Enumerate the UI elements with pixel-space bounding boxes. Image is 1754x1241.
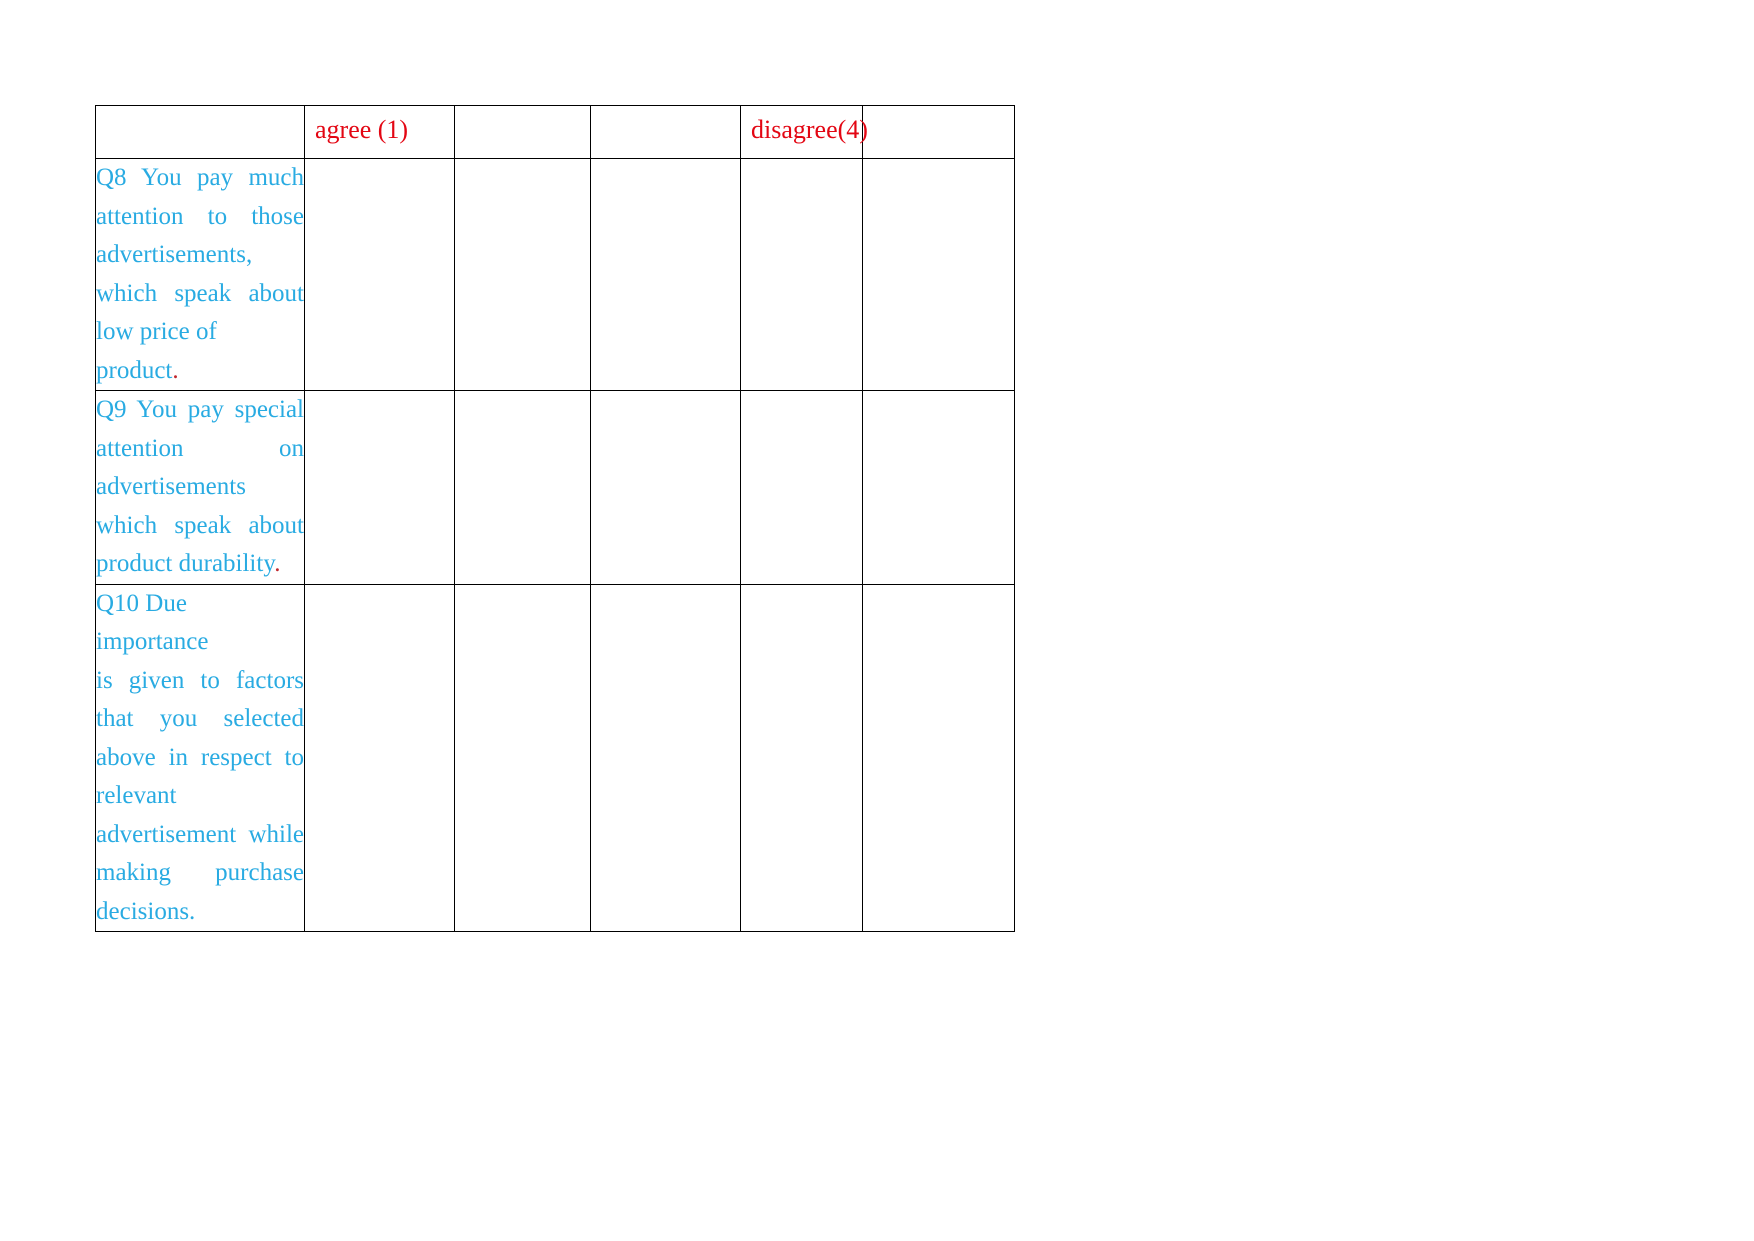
answer-cell-q10-4[interactable] [740, 583, 863, 932]
answer-cell-q10-1[interactable] [304, 583, 455, 932]
answer-cell-q9-5[interactable] [862, 390, 1015, 585]
table-row: Q10 Due importance is given to factors tha… [95, 583, 1015, 932]
header-cell-scale-4: disagree(4) [740, 105, 868, 159]
question-text-q10: Q10 Due importance is given to factors tha… [96, 585, 304, 932]
question-cell-q10: Q10 Due importance is given to factors tha… [95, 583, 305, 932]
question-line: advertisements, [96, 241, 253, 268]
header-cell-scale-1: agree (1) [304, 105, 455, 159]
question-line: which speak about [96, 279, 304, 307]
question-text-q8: Q8 You pay much attention to those adverti… [96, 159, 304, 390]
question-line: product durability. [96, 545, 304, 584]
answer-cell-q8-1[interactable] [304, 158, 455, 391]
sentence-period: . [172, 356, 179, 384]
answer-cell-q8-3[interactable] [590, 158, 741, 391]
question-line: attention to those [96, 202, 304, 230]
question-line: Q9 You pay special [96, 396, 304, 423]
answer-cell-q8-2[interactable] [454, 158, 591, 391]
answer-cell-q9-2[interactable] [454, 390, 591, 585]
header-cell-scale-5 [862, 105, 1015, 159]
table-header-row: agree (1) disagree(4) [95, 105, 1015, 159]
header-cell-scale-2 [454, 105, 591, 159]
question-line: relevant [96, 782, 177, 809]
answer-cell-q9-4[interactable] [740, 390, 863, 585]
header-cell-scale-3 [590, 105, 741, 159]
header-label-question [96, 106, 304, 115]
survey-table-body: agree (1) disagree(4) Q8 You pay much atten… [95, 105, 1015, 932]
header-label-scale-3 [591, 106, 740, 115]
question-line: above in respect to [96, 743, 304, 771]
question-line: advertisement while [96, 820, 304, 848]
question-line-text: product durability [96, 550, 275, 577]
answer-cell-q9-3[interactable] [590, 390, 741, 585]
answer-cell-q8-4[interactable] [740, 158, 863, 391]
header-label-scale-1: agree (1) [315, 115, 409, 144]
question-line: advertisements [96, 473, 246, 500]
answer-cell-q10-3[interactable] [590, 583, 741, 932]
question-line: is given to factors [96, 666, 304, 694]
survey-likert-table: agree (1) disagree(4) Q8 You pay much atten… [95, 105, 1015, 932]
question-line-text: low price of product [96, 318, 217, 384]
question-line: attention on [96, 434, 304, 462]
question-line: low price of product. [96, 313, 304, 390]
answer-cell-q9-1[interactable] [304, 390, 455, 585]
answer-cell-q8-5[interactable] [862, 158, 1015, 391]
table-row: Q8 You pay much attention to those adverti… [95, 158, 1015, 391]
question-line: decisions. [96, 897, 196, 925]
table-row: Q9 You pay special attention on advertisem… [95, 390, 1015, 585]
answer-cell-q10-5[interactable] [862, 583, 1015, 932]
document-page: agree (1) disagree(4) Q8 You pay much atten… [0, 0, 1754, 1241]
header-label-scale-2 [455, 106, 590, 115]
answer-cell-q10-2[interactable] [454, 583, 591, 932]
question-line: Q8 You pay much [96, 164, 304, 191]
header-cell-question [95, 105, 305, 159]
header-label-scale-4: disagree(4) [751, 115, 868, 144]
sentence-period: . [274, 550, 281, 577]
question-line: making purchase [96, 859, 304, 886]
header-label-scale-5 [863, 106, 1014, 115]
question-cell-q8: Q8 You pay much attention to those adverti… [95, 158, 305, 391]
question-line: Q10 Due importance [96, 589, 209, 656]
question-text-q9: Q9 You pay special attention on advertisem… [96, 391, 304, 584]
question-cell-q9: Q9 You pay special attention on advertisem… [95, 390, 305, 585]
question-line: that you selected [96, 705, 304, 732]
question-line: which speak about [96, 511, 304, 539]
